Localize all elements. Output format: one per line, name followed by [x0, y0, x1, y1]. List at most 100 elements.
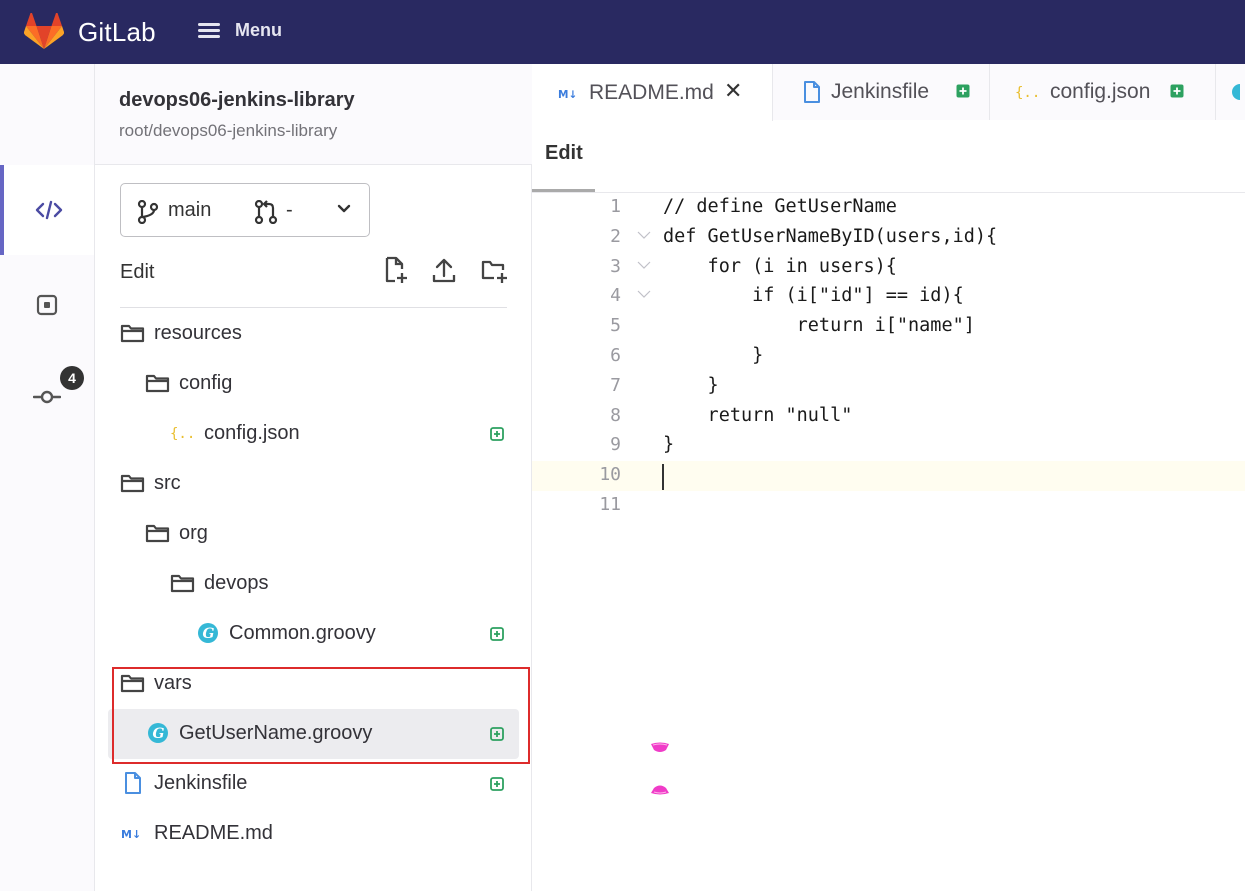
tab-overflow[interactable]	[1216, 64, 1245, 120]
tree-edit-label: Edit	[120, 261, 155, 283]
new-directory-icon[interactable]	[480, 256, 508, 284]
branch-icon	[137, 200, 159, 224]
tree-file-config-json[interactable]: {..} config.json	[170, 408, 300, 458]
code-text: if (i["id"] == id){	[663, 285, 964, 307]
tree-file-common-groovy[interactable]: G Common.groovy	[195, 608, 376, 658]
tree-folder-devops[interactable]: devops	[170, 558, 269, 608]
code-line: 11	[532, 491, 1245, 521]
tree-folder-src[interactable]: src	[120, 458, 181, 508]
tree-item-label: resources	[154, 321, 242, 344]
tree-file-jenkinsfile[interactable]: Jenkinsfile	[120, 758, 247, 808]
file-icon	[120, 770, 146, 796]
code-text: def GetUserNameByID(users,id){	[663, 225, 998, 247]
svg-text:G: G	[203, 626, 215, 642]
code-text: return i["name"]	[663, 315, 975, 337]
line-number: 10	[599, 464, 621, 486]
project-path: root/devops06-jenkins-library	[119, 121, 338, 140]
svg-text:M↓: M↓	[121, 828, 141, 841]
tree-folder-org[interactable]: org	[145, 508, 208, 558]
tree-item-label: config.json	[204, 421, 300, 444]
branch-selector[interactable]: main -	[120, 183, 370, 237]
tree-toolbar: Edit	[120, 255, 508, 308]
line-number: 1	[610, 196, 621, 217]
menu-button[interactable]: Menu	[198, 20, 282, 41]
code-line: 6 }	[532, 342, 1245, 372]
activity-bar: 4	[0, 64, 95, 891]
gitlab-tanuki-icon	[24, 13, 64, 49]
tab-label: Jenkinsfile	[831, 80, 930, 103]
code-text: // define GetUserName	[663, 196, 897, 217]
editor-tabs: M↓ README.md ✕ Jenkinsfile {..} config.j…	[532, 64, 1245, 121]
code-line: 3 for (i in users){	[532, 253, 1245, 283]
close-icon[interactable]: ✕	[724, 78, 742, 104]
merge-request-value: -	[286, 199, 293, 221]
gitlab-logo[interactable]: GitLab	[24, 13, 156, 51]
tree-file-readme[interactable]: M↓ README.md	[120, 808, 273, 858]
code-text: }	[663, 434, 675, 456]
fold-chevron-icon[interactable]	[636, 259, 652, 271]
top-navbar: GitLab Menu	[0, 0, 1245, 64]
code-text: return "null"	[663, 404, 853, 426]
activity-edit[interactable]	[0, 165, 94, 255]
folder-icon	[120, 470, 146, 496]
fold-chevron-icon[interactable]	[636, 229, 652, 241]
json-icon: {..}	[1015, 81, 1041, 103]
code-line: 4 if (i["id"] == id){	[532, 282, 1245, 312]
code-text: }	[663, 374, 719, 396]
code-line: 5 return i["name"]	[532, 312, 1245, 342]
tab-edit[interactable]: Edit	[545, 142, 583, 165]
file-added-icon	[490, 777, 504, 791]
line-number: 2	[610, 225, 621, 247]
commit-icon	[33, 390, 61, 404]
code-icon	[35, 200, 63, 220]
pink-marker-icon	[651, 785, 669, 795]
annotation-highlight-box	[112, 667, 530, 764]
code-editor[interactable]: 1 // define GetUserName 2 def GetUserNam…	[532, 193, 1245, 891]
fold-chevron-icon[interactable]	[636, 288, 652, 300]
groovy-icon	[1232, 84, 1240, 100]
tab-config-json[interactable]: {..} config.json	[990, 64, 1216, 120]
file-icon	[802, 80, 822, 104]
tab-label: README.md	[589, 80, 714, 104]
line-number: 5	[610, 315, 621, 337]
tree-item-label: Common.groovy	[229, 621, 376, 644]
tree-folder-config[interactable]: config	[145, 358, 232, 408]
new-file-icon[interactable]	[383, 255, 409, 285]
hamburger-icon	[198, 20, 220, 41]
line-number: 7	[610, 374, 621, 396]
editor-mode-tabs: Edit	[532, 121, 1245, 193]
chevron-down-icon	[337, 204, 351, 213]
code-line: 2 def GetUserNameByID(users,id){	[532, 223, 1245, 253]
review-icon	[36, 294, 58, 316]
markdown-icon: M↓	[558, 86, 580, 100]
code-line: 1 // define GetUserName	[532, 193, 1245, 223]
line-number: 9	[610, 434, 621, 456]
project-name[interactable]: devops06-jenkins-library	[119, 89, 355, 112]
folder-icon	[145, 520, 171, 546]
svg-text:{..}: {..}	[170, 426, 196, 442]
branch-name: main	[168, 199, 212, 221]
pink-marker-icon	[651, 742, 669, 752]
code-text: }	[663, 345, 764, 366]
code-line: 8 return "null"	[532, 402, 1245, 432]
activity-review[interactable]	[0, 260, 94, 350]
upload-icon[interactable]	[431, 256, 457, 284]
brand-name: GitLab	[78, 16, 156, 47]
tree-item-label: src	[154, 471, 181, 494]
code-line: 9 }	[532, 431, 1245, 461]
tab-readme[interactable]: M↓ README.md ✕	[532, 64, 773, 121]
tree-folder-resources[interactable]: resources	[120, 308, 242, 358]
activity-commit[interactable]	[0, 352, 94, 442]
line-number: 6	[610, 345, 621, 366]
commit-count-badge: 4	[60, 366, 84, 390]
folder-icon	[170, 570, 196, 596]
line-number: 11	[599, 494, 621, 515]
line-number: 4	[610, 285, 621, 307]
line-number: 8	[610, 404, 621, 426]
tab-jenkinsfile[interactable]: Jenkinsfile	[773, 64, 990, 120]
file-added-icon	[956, 84, 970, 98]
svg-text:{..}: {..}	[1015, 85, 1041, 101]
folder-icon	[145, 370, 171, 396]
text-cursor	[662, 464, 664, 491]
json-icon: {..}	[170, 420, 196, 446]
